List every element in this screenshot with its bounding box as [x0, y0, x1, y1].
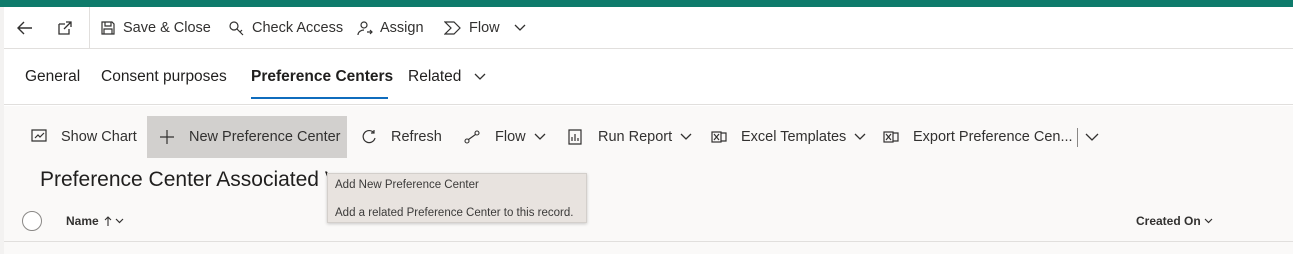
- app-accent-bar: [0, 0, 1293, 7]
- new-preference-center-label: New Preference Center: [189, 129, 341, 145]
- flow-icon: [464, 130, 480, 144]
- chevron-down-icon: [680, 133, 692, 140]
- excel-templates-label: Excel Templates: [741, 129, 847, 145]
- chevron-down-icon: [854, 133, 866, 140]
- tooltip-title: Add New Preference Center: [335, 179, 479, 191]
- column-header-name[interactable]: Name: [66, 214, 124, 228]
- run-report-label: Run Report: [598, 129, 673, 145]
- tab-general[interactable]: General: [25, 68, 80, 86]
- check-access-label: Check Access: [252, 20, 344, 36]
- form-tabs: General Consent purposes Preference Cent…: [4, 49, 1293, 105]
- associated-view-title: Preference Center Associated Vi: [40, 168, 330, 191]
- flow-label: Flow: [469, 20, 500, 36]
- back-button[interactable]: [12, 15, 38, 41]
- check-access-button[interactable]: Check Access: [228, 15, 343, 41]
- plus-icon: [160, 130, 174, 144]
- subgrid-flow-button[interactable]: Flow: [464, 116, 546, 158]
- tab-preference-centers[interactable]: Preference Centers: [251, 68, 393, 86]
- tab-related[interactable]: Related: [408, 68, 486, 86]
- run-report-button[interactable]: Run Report: [568, 116, 692, 158]
- more-commands-button[interactable]: [1085, 116, 1099, 158]
- export-button[interactable]: Export Preference Cen...: [883, 116, 1073, 158]
- chevron-down-icon: [1085, 133, 1099, 141]
- key-icon: [229, 21, 244, 36]
- report-icon: [568, 129, 582, 145]
- new-preference-center-button[interactable]: New Preference Center: [147, 116, 347, 158]
- overflow-separator: [1077, 128, 1078, 147]
- command-separator: [89, 7, 90, 49]
- excel-templates-button[interactable]: Excel Templates: [711, 116, 866, 158]
- excel-export-icon: [883, 131, 899, 143]
- active-tab-indicator: [251, 97, 388, 99]
- chevron-down-icon: [514, 24, 526, 31]
- flow-menu-button[interactable]: Flow: [444, 15, 526, 41]
- save-icon: [101, 21, 115, 35]
- assign-button[interactable]: Assign: [357, 15, 424, 41]
- command-bar: Save & Close Check Access Assign Flow: [4, 7, 1293, 49]
- select-all-checkbox[interactable]: [22, 211, 42, 231]
- column-created-on-label: Created On: [1136, 214, 1201, 228]
- sort-ascending-icon: [104, 215, 112, 226]
- show-chart-button[interactable]: Show Chart: [31, 116, 137, 158]
- chevron-down-icon: [474, 73, 486, 80]
- save-close-label: Save & Close: [123, 20, 211, 36]
- flow-icon: [444, 21, 461, 35]
- open-in-new-window-button[interactable]: [52, 15, 78, 41]
- chevron-down-icon: [1204, 218, 1213, 224]
- export-label: Export Preference Cen...: [913, 129, 1073, 145]
- back-arrow-icon: [17, 21, 32, 35]
- chevron-down-icon: [115, 218, 124, 224]
- tab-related-label: Related: [408, 68, 462, 85]
- chevron-down-icon: [534, 133, 546, 140]
- new-preference-center-tooltip: Add New Preference Center Add a related …: [327, 173, 587, 223]
- tab-consent-purposes[interactable]: Consent purposes: [101, 68, 227, 86]
- refresh-label: Refresh: [391, 129, 442, 145]
- show-chart-label: Show Chart: [61, 129, 137, 145]
- refresh-button[interactable]: Refresh: [361, 116, 442, 158]
- column-header-created-on[interactable]: Created On: [1136, 214, 1213, 228]
- excel-icon: [711, 131, 727, 143]
- refresh-icon: [362, 129, 376, 144]
- assign-label: Assign: [380, 20, 424, 36]
- subgrid-flow-label: Flow: [495, 129, 526, 145]
- tooltip-description: Add a related Preference Center to this …: [335, 207, 574, 219]
- header-divider: [4, 241, 1293, 242]
- column-name-label: Name: [66, 214, 99, 228]
- popout-icon: [58, 21, 72, 35]
- person-assign-icon: [357, 21, 373, 36]
- chart-icon: [31, 129, 47, 142]
- save-close-button[interactable]: Save & Close: [100, 15, 211, 41]
